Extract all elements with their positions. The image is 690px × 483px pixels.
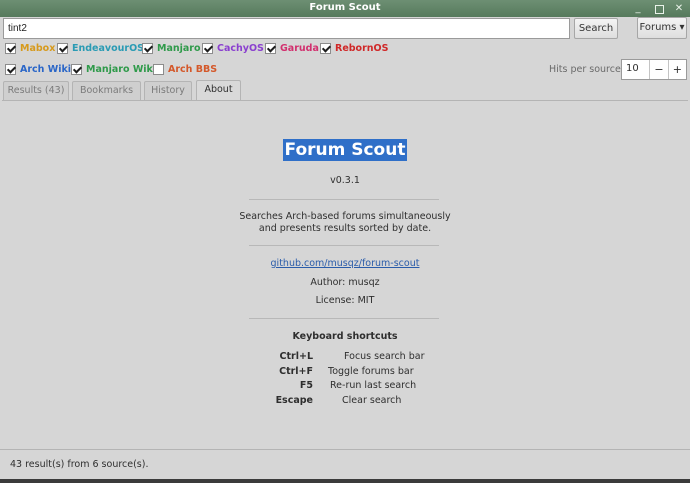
shortcut-action: Focus search bar — [344, 351, 425, 362]
source-label: Arch BBS — [168, 63, 218, 75]
window-bottom-edge — [0, 479, 690, 483]
app-name-heading: Forum Scout — [2, 139, 688, 161]
source-label: Manjaro — [157, 42, 201, 54]
license-text: License: MIT — [315, 295, 375, 306]
app-version: v0.3.1 — [330, 175, 360, 186]
source-label: RebornOS — [335, 42, 389, 54]
divider — [249, 245, 439, 246]
shortcut-key: Escape — [275, 395, 313, 406]
checkbox-icon[interactable] — [320, 42, 331, 54]
status-bar: 43 result(s) from 6 source(s). — [0, 449, 690, 479]
tab-history[interactable]: History — [144, 81, 192, 100]
source-label: Manjaro Wiki — [86, 63, 157, 75]
shortcut-row: F5 Re-run last search — [2, 380, 688, 393]
decrement-button[interactable]: − — [649, 60, 667, 79]
source-checkbox-manjaro[interactable]: Manjaro — [142, 41, 201, 55]
about-panel: Forum Scout v0.3.1 Searches Arch-based f… — [2, 101, 688, 449]
checkbox-icon[interactable] — [5, 42, 16, 54]
tab-bookmarks[interactable]: Bookmarks — [72, 81, 141, 100]
maximize-icon[interactable] — [652, 2, 666, 15]
app-window: Forum Scout _ ✕ Search Forums ▾ Mabox En… — [0, 0, 690, 483]
checkbox-icon[interactable] — [202, 42, 213, 54]
app-name-text: Forum Scout — [282, 139, 408, 161]
description-line: and presents results sorted by date. — [258, 223, 432, 234]
checkbox-icon[interactable] — [57, 42, 68, 54]
source-checkbox-garuda[interactable]: Garuda — [265, 41, 319, 55]
source-label: CachyOS — [217, 42, 264, 54]
source-label: Garuda — [280, 42, 319, 54]
hits-per-source-spinner[interactable]: 10 − + — [621, 59, 687, 80]
checkbox-icon[interactable] — [265, 42, 276, 54]
shortcut-row: Ctrl+F Toggle forums bar — [2, 366, 688, 379]
divider — [249, 199, 439, 200]
checkbox-icon[interactable] — [5, 63, 16, 75]
source-checkbox-arch-bbs[interactable]: Arch BBS — [153, 62, 217, 76]
shortcut-row: Escape Clear search — [2, 395, 688, 408]
shortcut-action: Re-run last search — [330, 380, 417, 391]
divider — [249, 318, 439, 319]
source-checkbox-arch-wiki[interactable]: Arch Wiki — [5, 62, 71, 76]
shortcut-row: Ctrl+L Focus search bar — [2, 351, 688, 364]
window-title: Forum Scout — [309, 2, 381, 13]
forums-menu-button[interactable]: Forums ▾ — [637, 17, 687, 39]
shortcut-action: Toggle forums bar — [328, 366, 414, 377]
source-checkbox-rebornos[interactable]: RebornOS — [320, 41, 388, 55]
checkbox-icon[interactable] — [71, 63, 82, 75]
shortcut-key: Ctrl+F — [279, 366, 313, 377]
tab-about[interactable]: About — [196, 80, 241, 100]
search-input[interactable] — [3, 18, 570, 39]
source-checkbox-mabox[interactable]: Mabox — [5, 41, 55, 55]
source-checkbox-cachyos[interactable]: CachyOS — [202, 41, 264, 55]
shortcut-action: Clear search — [342, 395, 402, 406]
author-text: Author: musqz — [310, 277, 380, 288]
tab-results[interactable]: Results (43) — [3, 81, 69, 100]
shortcut-key: Ctrl+L — [279, 351, 313, 362]
source-checkbox-endeavouros[interactable]: EndeavourOS — [57, 41, 144, 55]
minimize-icon[interactable]: _ — [631, 2, 645, 15]
source-checkbox-manjaro-wiki[interactable]: Manjaro Wiki — [71, 62, 156, 76]
source-label: Arch Wiki — [20, 63, 72, 75]
source-label: Mabox — [20, 42, 56, 54]
checkbox-icon[interactable] — [153, 63, 164, 75]
shortcut-key: F5 — [299, 380, 313, 391]
close-icon[interactable]: ✕ — [672, 2, 686, 15]
status-text: 43 result(s) from 6 source(s). — [10, 459, 149, 470]
description-line: Searches Arch-based forums simultaneousl… — [239, 211, 451, 222]
checkbox-icon[interactable] — [142, 42, 153, 54]
search-button[interactable]: Search — [574, 18, 618, 39]
shortcuts-heading: Keyboard shortcuts — [292, 331, 398, 342]
repository-link[interactable]: github.com/musqz/forum-scout — [2, 258, 688, 269]
increment-button[interactable]: + — [667, 60, 686, 79]
app-description: Searches Arch-based forums simultaneousl… — [2, 211, 688, 235]
hits-per-source-label: Hits per source: — [549, 64, 625, 75]
source-label: EndeavourOS — [72, 42, 144, 54]
hits-value[interactable]: 10 — [622, 60, 649, 79]
title-bar: Forum Scout _ ✕ — [0, 0, 690, 17]
